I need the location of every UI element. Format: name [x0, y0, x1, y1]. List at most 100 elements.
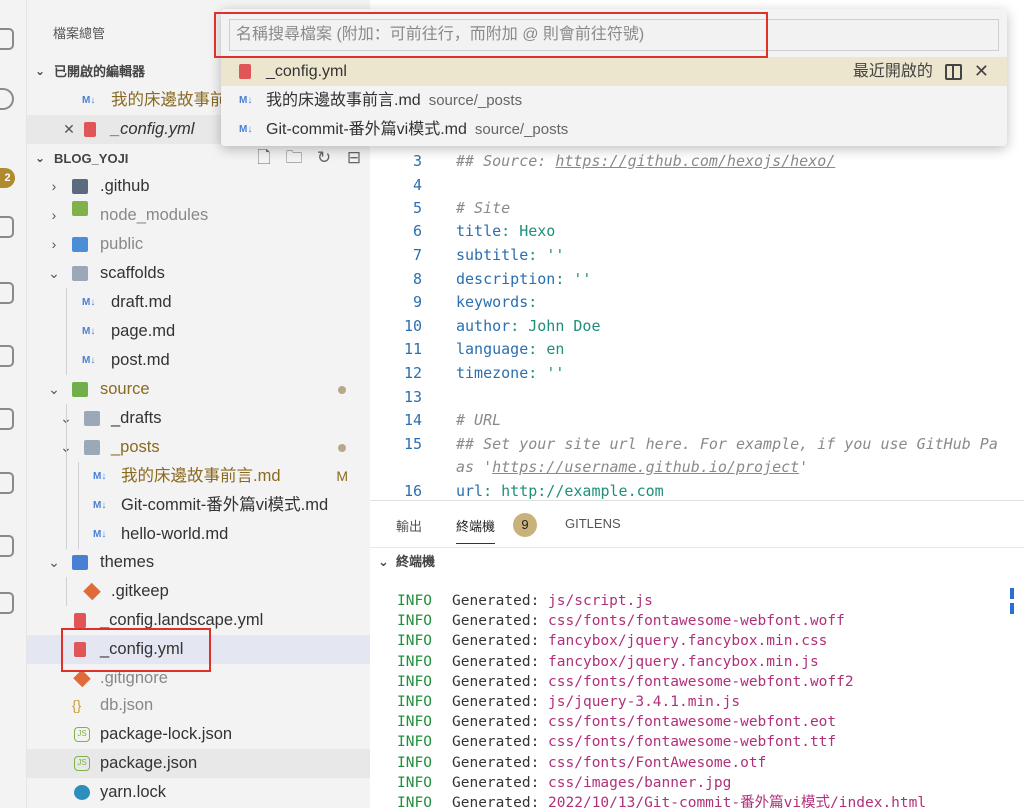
code-token: :: [528, 246, 547, 264]
terminal-line: INFO Generated: css/fonts/FontAwesome.otf: [397, 753, 926, 773]
close-icon[interactable]: ✕: [62, 115, 76, 144]
new-file-icon[interactable]: 🗋: [254, 148, 274, 168]
chevron-right-icon: ›: [51, 178, 57, 194]
terminal-section-header[interactable]: ⌄ 終端機: [370, 547, 1024, 575]
code-token: language: [456, 340, 529, 358]
gitlens-icon[interactable]: [0, 408, 14, 430]
code-line: subtitle: '': [456, 246, 564, 264]
code-token: Hexo: [519, 222, 556, 240]
code-line: # Site: [456, 199, 510, 217]
code-line: ## Set your site url here. For example, …: [456, 435, 998, 453]
log-level: INFO: [397, 593, 432, 609]
git-file-icon: [73, 669, 91, 688]
quick-open-item[interactable]: M↓ Git-commit-番外篇vi模式.md source/_posts: [221, 115, 1007, 144]
folder-open-icon: [72, 555, 88, 570]
item-path: source/_posts: [428, 92, 523, 109]
source-control-badge: 2: [0, 168, 15, 188]
folder-icon: [72, 237, 88, 252]
code-token: https://github.com/hexojs/hexo/: [555, 152, 836, 170]
new-folder-icon[interactable]: 🗀: [284, 148, 304, 168]
tree-folder[interactable]: ⌄ _posts: [27, 433, 370, 462]
log-message: Generated:: [452, 633, 540, 650]
terminal-line: INFO Generated: css/fonts/fontawesome-web…: [397, 732, 926, 752]
code-line: author: John Doe: [456, 317, 601, 335]
tree-file[interactable]: M↓ draft.md: [27, 288, 370, 317]
code-token: '': [546, 246, 565, 264]
tree-file[interactable]: JS package.json: [27, 749, 370, 778]
tree-folder[interactable]: ⌄ _drafts: [27, 404, 370, 433]
tree-folder[interactable]: › node_modules: [27, 201, 370, 230]
log-message: Generated:: [452, 694, 540, 711]
extensions-icon[interactable]: [0, 282, 14, 304]
log-path: js/script.js: [548, 593, 653, 609]
tree-folder[interactable]: › public: [27, 230, 370, 259]
markdown-icon: M↓: [82, 355, 96, 366]
tree-folder[interactable]: ⌄ themes: [27, 548, 370, 577]
open-to-side-icon[interactable]: [944, 63, 962, 80]
quick-open-item[interactable]: M↓ 我的床邊故事前言.md source/_posts: [221, 86, 1007, 115]
item-name: 我的床邊故事前言.md: [266, 92, 421, 109]
log-level: INFO: [397, 774, 432, 791]
code-token: ': [799, 458, 809, 476]
tree-folder[interactable]: › .github: [27, 172, 370, 201]
tree-file[interactable]: {} db.json: [27, 691, 370, 720]
scroll-marker: [1010, 603, 1014, 614]
code-token: :: [483, 482, 502, 500]
tab-gitlens[interactable]: GITLENS: [565, 516, 621, 531]
code-token: keywords: [456, 293, 529, 311]
terminal-icon[interactable]: [0, 592, 14, 614]
explorer-icon[interactable]: [0, 28, 14, 50]
code-token: ## Source:: [456, 152, 556, 170]
collapse-all-icon[interactable]: ⊟: [344, 148, 364, 168]
tree-folder[interactable]: ⌄ scaffolds: [27, 259, 370, 288]
terminal-line: INFO Generated: css/fonts/fontawesome-web…: [397, 611, 926, 631]
highlight-box: [214, 12, 768, 58]
item-path: source/_posts: [474, 121, 569, 138]
log-message: Generated:: [452, 734, 540, 751]
tree-file[interactable]: M↓ post.md: [27, 346, 370, 375]
run-debug-icon[interactable]: [0, 216, 14, 238]
log-path: 2022/10/13/Git-commit-番外篇vi模式/index.html: [548, 795, 927, 808]
quick-open-item[interactable]: _config.yml 最近開啟的 ✕: [221, 57, 1007, 86]
markdown-icon: M↓: [93, 529, 107, 540]
markdown-icon: M↓: [239, 95, 253, 106]
markdown-icon: M↓: [93, 471, 107, 482]
line-number: 15: [403, 435, 422, 453]
tab-terminal[interactable]: 終端機: [456, 516, 496, 544]
log-path: js/jquery-3.4.1.min.js: [548, 694, 741, 711]
line-number: 3: [412, 152, 422, 170]
recent-label: 最近開啟的: [852, 63, 933, 80]
line-number: 9: [412, 293, 422, 311]
tree-file[interactable]: yarn.lock: [27, 778, 370, 807]
folder-open-icon: [84, 411, 100, 426]
code-token: description: [456, 270, 556, 288]
code-token: :: [501, 222, 520, 240]
quick-open-item-actions: 最近開啟的 ✕: [853, 57, 989, 86]
remote-explorer-icon[interactable]: [0, 345, 14, 367]
timeline-icon[interactable]: [0, 535, 14, 557]
log-level: INFO: [397, 653, 432, 670]
tree-file[interactable]: M↓ page.md: [27, 317, 370, 346]
terminal-output[interactable]: INFO Generated: js/script.js INFO Generated…: [397, 591, 926, 808]
tree-folder[interactable]: ⌄ source: [27, 375, 370, 404]
code-token: '': [546, 364, 565, 382]
chevron-right-icon: ›: [51, 207, 57, 223]
log-level: INFO: [397, 714, 432, 731]
project-header[interactable]: ⌄ BLOG_YOJI 🗋 🗀 ↻ ⊟: [27, 144, 370, 173]
close-icon[interactable]: ✕: [974, 57, 989, 86]
tree-file[interactable]: .gitkeep: [27, 577, 370, 606]
json-icon: {}: [72, 697, 82, 713]
testing-icon[interactable]: [0, 472, 14, 494]
code-token: # Site: [456, 199, 511, 217]
tree-file[interactable]: JS package-lock.json: [27, 720, 370, 749]
search-icon[interactable]: [0, 88, 14, 110]
panel-tabs: 輸出 終端機 9 GITLENS: [370, 501, 1024, 547]
refresh-icon[interactable]: ↻: [314, 148, 334, 168]
indent-guide: [66, 288, 67, 375]
log-level: INFO: [397, 754, 432, 771]
code-token: :: [555, 270, 574, 288]
log-message: Generated:: [452, 613, 540, 630]
code-token: timezone: [456, 364, 529, 382]
tab-output[interactable]: 輸出: [396, 516, 422, 535]
terminal-line: INFO Generated: js/jquery-3.4.1.min.js: [397, 692, 926, 712]
